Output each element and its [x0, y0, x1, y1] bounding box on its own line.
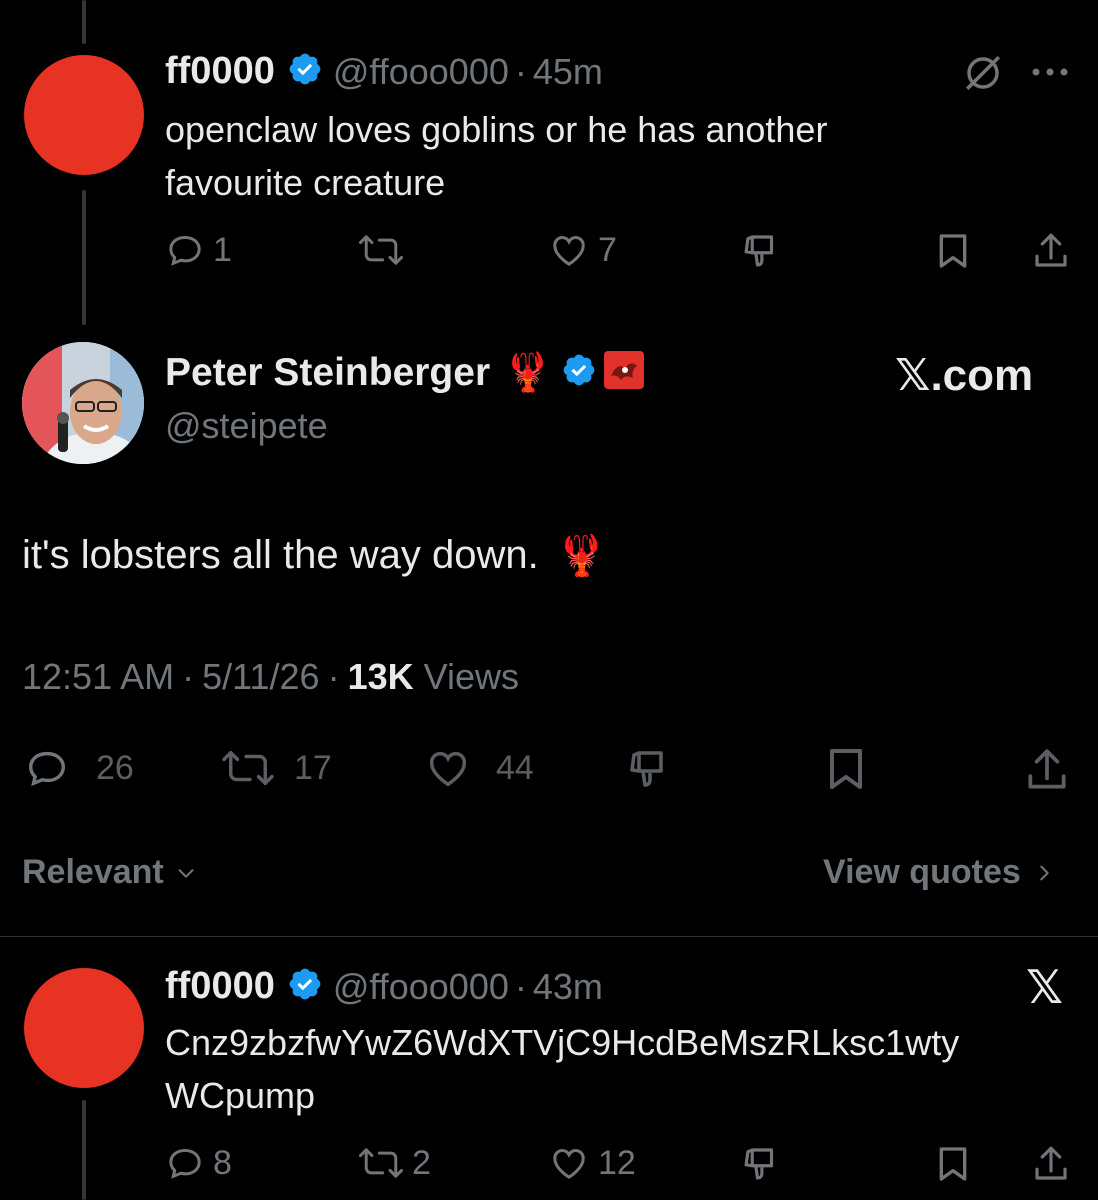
chevron-down-icon [178, 868, 194, 878]
separator-dot: · [514, 965, 527, 1007]
post-time[interactable]: 12:51 AM [22, 656, 174, 698]
author-handle[interactable]: @ffooo000 [333, 966, 509, 1008]
like-count: 12 [598, 1143, 636, 1182]
separator-dot: · [327, 656, 340, 697]
main-tweet-text: it's lobsters all the way down. 🦞 [22, 532, 607, 579]
like-button[interactable]: 44 [422, 745, 534, 791]
reply-count: 1 [213, 230, 232, 269]
tweet-text-line: openclaw loves goblins or he has another [165, 109, 828, 150]
author-handle[interactable]: @ffooo000 [333, 51, 509, 93]
main-author-name-row: Peter Steinberger 🦞 [165, 350, 645, 395]
repost-count: 17 [294, 748, 332, 787]
views-label[interactable]: Views [424, 656, 519, 698]
affiliate-badge-icon[interactable] [603, 350, 645, 395]
tweet-text-line: WCpump [165, 1075, 316, 1116]
author-name[interactable]: ff0000 [165, 965, 275, 1008]
post-detail-page: ff0000 @ffooo000 · 45m openclaw loves go… [0, 0, 1098, 1200]
reply-count: 8 [213, 1143, 232, 1182]
like-count: 7 [598, 230, 617, 269]
divider [0, 936, 1098, 937]
reply-count: 26 [96, 748, 134, 787]
avatar[interactable] [22, 342, 144, 464]
repost-button[interactable] [358, 230, 412, 270]
share-button[interactable] [1022, 745, 1072, 795]
bookmark-button[interactable] [933, 230, 973, 272]
repost-button[interactable]: 2 [358, 1143, 431, 1183]
post-date[interactable]: 5/11/26 [202, 656, 319, 698]
author-handle[interactable]: @steipete [165, 405, 328, 447]
block-icon[interactable] [962, 52, 1004, 99]
like-count: 44 [496, 748, 534, 787]
tweet-text: it's lobsters all the way down. [22, 533, 539, 577]
chevron-right-icon [1040, 865, 1049, 880]
separator-dot: · [514, 50, 527, 92]
tweet1-header: ff0000 @ffooo000 · 45m [165, 50, 603, 93]
tweet1-text: openclaw loves goblins or he has another… [165, 103, 827, 209]
reply-button[interactable]: 8 [165, 1143, 232, 1183]
verified-badge-icon [287, 966, 323, 1007]
verified-badge-icon [287, 51, 323, 92]
tweet-text-line: favourite creature [165, 162, 446, 203]
x-logo-icon[interactable]: 𝕏 [1026, 960, 1063, 1014]
thread-line-top [82, 0, 86, 44]
like-button[interactable]: 12 [548, 1143, 636, 1183]
author-name[interactable]: Peter Steinberger [165, 351, 490, 395]
tweet2-header: ff0000 @ffooo000 · 43m [165, 965, 603, 1008]
view-quotes-label: View quotes [823, 853, 1021, 891]
reply-button[interactable]: 1 [165, 230, 232, 270]
share-button[interactable] [1030, 230, 1072, 272]
thread-line-tweet1 [82, 190, 86, 325]
view-quotes-link[interactable]: View quotes [823, 853, 1055, 892]
more-icon[interactable] [1030, 62, 1074, 87]
verified-badge-icon [561, 352, 597, 393]
lobster-emoji-icon: 🦞 [504, 351, 552, 394]
tweet-text-line: Cnz9zbzfwYwZ6WdXTVjC9HcdBeMszRLksc1wty [165, 1022, 960, 1063]
timestamp[interactable]: 45m [533, 51, 603, 93]
dislike-button[interactable] [740, 1143, 782, 1185]
avatar[interactable] [24, 55, 144, 175]
reply-button[interactable]: 26 [22, 745, 134, 791]
thread-line-tweet2 [82, 1100, 86, 1200]
share-button[interactable] [1030, 1143, 1072, 1185]
dislike-button[interactable] [624, 745, 674, 793]
bookmark-button[interactable] [822, 745, 870, 793]
tweet-meta: 12:51 AM · 5/11/26 · 13K Views [22, 656, 519, 698]
dislike-button[interactable] [740, 230, 782, 272]
avatar[interactable] [24, 968, 144, 1088]
timestamp[interactable]: 43m [533, 966, 603, 1008]
sort-label: Relevant [22, 853, 164, 891]
views-count[interactable]: 13K [348, 656, 414, 698]
x-com-source-label[interactable]: 𝕏.com [895, 350, 1033, 401]
bookmark-button[interactable] [933, 1143, 973, 1185]
like-button[interactable]: 7 [548, 230, 617, 270]
author-name[interactable]: ff0000 [165, 50, 275, 93]
lobster-emoji-icon: 🦞 [556, 534, 607, 578]
separator-dot: · [182, 656, 195, 697]
sort-dropdown[interactable]: Relevant [22, 853, 200, 892]
repost-count: 2 [412, 1143, 431, 1182]
tweet2-text: Cnz9zbzfwYwZ6WdXTVjC9HcdBeMszRLksc1wty W… [165, 1016, 959, 1122]
repost-button[interactable]: 17 [220, 745, 332, 791]
